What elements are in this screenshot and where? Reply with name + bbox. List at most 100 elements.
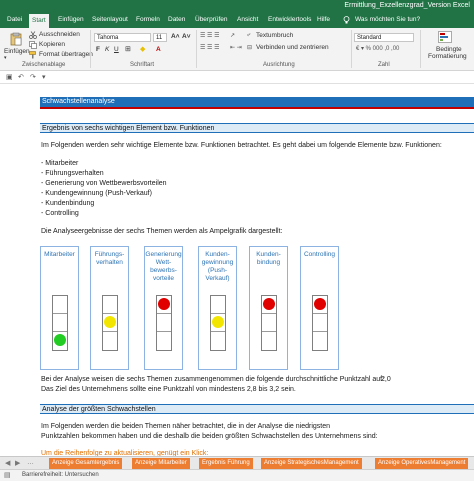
- number-group-label: Zahl: [378, 62, 390, 68]
- grow-font-icon[interactable]: A˄: [171, 33, 180, 40]
- traffic-light-cell: [157, 314, 171, 332]
- cut-button[interactable]: Ausschneiden: [39, 31, 80, 38]
- traffic-light-cell: [53, 332, 67, 350]
- prev-sheet-icon[interactable]: ◀: [5, 459, 10, 467]
- copy-button[interactable]: Kopieren: [39, 41, 65, 48]
- wrap-text-icon: ⤶: [247, 32, 251, 38]
- traffic-light-panel: Kunden-bindung: [249, 246, 288, 370]
- list-item: - Controlling: [41, 210, 79, 217]
- save-icon[interactable]: ▣: [6, 73, 13, 81]
- traffic-light: [102, 295, 118, 351]
- traffic-light: [210, 295, 226, 351]
- traffic-light-title: Controlling: [301, 251, 338, 259]
- merge-center-button[interactable]: Verbinden und zentrieren: [256, 44, 329, 51]
- align-top-icon[interactable]: ☰ ☰ ☰: [200, 32, 219, 39]
- weakness-text-1: Im Folgenden werden die beiden Themen nä…: [41, 423, 331, 430]
- traffic-light-title-line: gewinnung: [201, 259, 234, 266]
- section-header-results: Ergebnis von sechs wichtigen Element bzw…: [40, 123, 474, 133]
- window-title: Ermittlung_Exzellenzgrad_Version Excel: [344, 2, 470, 9]
- traffic-light-panel: Controlling: [300, 246, 339, 370]
- ribbon-separator: [90, 30, 91, 68]
- traffic-light-cell: [211, 332, 225, 350]
- bold-icon[interactable]: F: [96, 46, 100, 53]
- redo-icon[interactable]: ↷: [30, 73, 36, 81]
- tab-hilfe[interactable]: Hilfe: [314, 15, 333, 24]
- tab-datei[interactable]: Datei: [4, 15, 25, 24]
- tab-ansicht[interactable]: Ansicht: [234, 15, 261, 24]
- page-title: Schwachstellenanalyse: [40, 97, 474, 107]
- traffic-light: [261, 295, 277, 351]
- lightbulb-icon: [343, 16, 350, 24]
- sheet-tab[interactable]: Anzeige Gesamtergebnis: [49, 458, 123, 469]
- underline-icon[interactable]: U: [114, 46, 119, 53]
- traffic-light-title-line: bewerbs-: [150, 267, 177, 274]
- undo-icon[interactable]: ↶: [18, 73, 24, 81]
- currency-icon[interactable]: € ▾ % 000 ,0 ,00: [356, 45, 399, 52]
- weakness-text-2: Punktzahlen bekommen haben und die desha…: [41, 433, 378, 440]
- traffic-light-title-line: vorteile: [153, 275, 174, 282]
- number-format-select[interactable]: Standard: [354, 33, 414, 42]
- list-item: - Mitarbeiter: [41, 160, 79, 167]
- tab-start[interactable]: Start: [29, 14, 49, 28]
- more-sheets-icon[interactable]: …: [27, 459, 34, 466]
- traffic-light-cell: [103, 332, 117, 350]
- tab-ueberpruefen[interactable]: Überprüfen: [192, 15, 231, 24]
- average-value: 2,0: [381, 376, 391, 383]
- sheet-tab[interactable]: Ergebnis Führung: [199, 458, 253, 469]
- traffic-light-panel: Kunden-gewinnung (Push- Verkauf): [198, 246, 237, 370]
- font-size-select[interactable]: 11: [153, 33, 167, 42]
- customize-icon[interactable]: ▾: [42, 73, 46, 81]
- borders-icon[interactable]: ⊞: [125, 45, 131, 53]
- tab-formeln[interactable]: Formeln: [133, 15, 163, 24]
- traffic-light-cell: [262, 332, 276, 350]
- italic-icon[interactable]: K: [105, 46, 109, 53]
- traffic-light-cell: [103, 314, 117, 332]
- orientation-icon[interactable]: ↗: [230, 32, 235, 39]
- conditional-format-button[interactable]: Bedingte: [436, 46, 462, 53]
- font-name-select[interactable]: Tahoma: [94, 33, 151, 42]
- traffic-light-title: Kunden-bindung: [250, 251, 287, 267]
- align-left-icon[interactable]: ☰ ☰ ☰: [200, 44, 219, 51]
- sheet-tab[interactable]: Anzeige StrategischesManagement: [261, 458, 362, 469]
- status-bar: ▤ Barrierefreiheit: Untersuchen: [0, 469, 474, 481]
- font-color-icon[interactable]: A: [156, 46, 161, 53]
- accessibility-status[interactable]: Barrierefreiheit: Untersuchen: [22, 472, 99, 478]
- list-item: - Kundengewinnung (Push-Verkauf): [41, 190, 152, 197]
- tell-me-search[interactable]: Was möchten Sie tun?: [352, 15, 423, 24]
- traffic-light: [52, 295, 68, 351]
- sheet-tab[interactable]: Anzeige Mitarbeiter: [132, 458, 190, 469]
- tab-seitenlayout[interactable]: Seitenlayout: [89, 15, 131, 24]
- paste-button[interactable]: Einfügen: [4, 48, 30, 55]
- traffic-light-cell: [211, 314, 225, 332]
- sheet-tab-bar: ◀ ▶ … Anzeige Gesamtergebnis Anzeige Mit…: [0, 456, 474, 469]
- traffic-light-red-dot: [314, 298, 326, 310]
- traffic-light: [312, 295, 328, 351]
- traffic-light-intro: Die Analyseergebnisse der sechs Themen w…: [41, 228, 283, 235]
- wrap-text-button[interactable]: Textumbruch: [256, 32, 293, 39]
- list-item: - Führungsverhalten: [41, 170, 104, 177]
- next-sheet-icon[interactable]: ▶: [15, 459, 20, 467]
- tab-entwicklertools[interactable]: Entwicklertools: [265, 15, 314, 24]
- ribbon-separator: [196, 30, 197, 68]
- format-painter-button[interactable]: Format übertragen: [39, 51, 93, 58]
- fill-color-icon[interactable]: ◆: [140, 45, 145, 53]
- traffic-light-cell: [313, 296, 327, 314]
- traffic-light-cell: [53, 296, 67, 314]
- tab-einfuegen[interactable]: Einfügen: [55, 15, 87, 24]
- sheet-tab[interactable]: Anzeige OperativesManagement: [375, 458, 469, 469]
- tab-daten[interactable]: Daten: [165, 15, 188, 24]
- traffic-light-title-line: Mitarbeiter: [44, 251, 75, 258]
- shrink-font-icon[interactable]: A˅: [182, 33, 191, 40]
- scissors-icon: [29, 31, 37, 39]
- traffic-light-panel: Generierung Wett-bewerbs-vorteile: [144, 246, 183, 370]
- traffic-light-cell: [103, 296, 117, 314]
- intro-text: Im Folgenden werden sehr wichtige Elemen…: [41, 142, 442, 149]
- paste-icon[interactable]: [9, 32, 23, 46]
- traffic-light-title-line: Verkauf): [205, 275, 230, 282]
- traffic-light-title-line: Controlling: [303, 251, 336, 258]
- macro-icon[interactable]: ▤: [4, 471, 11, 479]
- traffic-light-cell: [53, 314, 67, 332]
- ribbon-separator: [420, 30, 421, 68]
- indent-icon[interactable]: ⇤ ⇥: [230, 44, 242, 51]
- traffic-light-title: Führungs-verhalten: [91, 251, 128, 267]
